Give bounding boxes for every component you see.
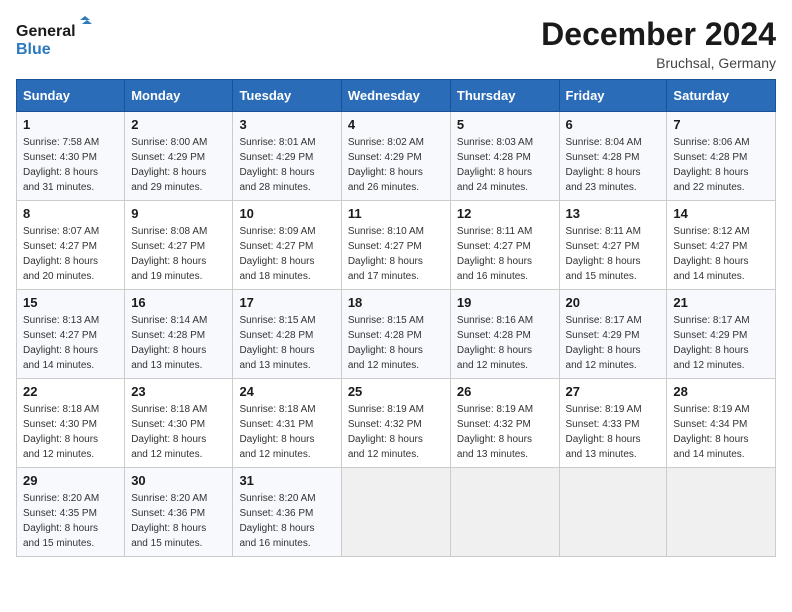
table-row: [559, 468, 667, 557]
table-row: 26Sunrise: 8:19 AMSunset: 4:32 PMDayligh…: [450, 379, 559, 468]
table-row: 24Sunrise: 8:18 AMSunset: 4:31 PMDayligh…: [233, 379, 341, 468]
logo-svg: General Blue: [16, 16, 96, 60]
table-row: 20Sunrise: 8:17 AMSunset: 4:29 PMDayligh…: [559, 290, 667, 379]
title-area: December 2024 Bruchsal, Germany: [541, 16, 776, 71]
col-sunday: Sunday: [17, 80, 125, 112]
table-row: 8Sunrise: 8:07 AMSunset: 4:27 PMDaylight…: [17, 201, 125, 290]
table-row: [450, 468, 559, 557]
calendar-table: Sunday Monday Tuesday Wednesday Thursday…: [16, 79, 776, 557]
table-row: 14Sunrise: 8:12 AMSunset: 4:27 PMDayligh…: [667, 201, 776, 290]
table-row: [341, 468, 450, 557]
table-row: 11Sunrise: 8:10 AMSunset: 4:27 PMDayligh…: [341, 201, 450, 290]
table-row: 31Sunrise: 8:20 AMSunset: 4:36 PMDayligh…: [233, 468, 341, 557]
table-row: 30Sunrise: 8:20 AMSunset: 4:36 PMDayligh…: [125, 468, 233, 557]
table-row: 23Sunrise: 8:18 AMSunset: 4:30 PMDayligh…: [125, 379, 233, 468]
table-row: 29Sunrise: 8:20 AMSunset: 4:35 PMDayligh…: [17, 468, 125, 557]
table-row: 2Sunrise: 8:00 AMSunset: 4:29 PMDaylight…: [125, 112, 233, 201]
table-row: 17Sunrise: 8:15 AMSunset: 4:28 PMDayligh…: [233, 290, 341, 379]
col-tuesday: Tuesday: [233, 80, 341, 112]
svg-text:General: General: [16, 23, 76, 40]
table-row: 27Sunrise: 8:19 AMSunset: 4:33 PMDayligh…: [559, 379, 667, 468]
logo: General Blue: [16, 16, 96, 60]
table-row: [667, 468, 776, 557]
header: General Blue December 2024 Bruchsal, Ger…: [16, 16, 776, 71]
month-title: December 2024: [541, 16, 776, 53]
table-row: 13Sunrise: 8:11 AMSunset: 4:27 PMDayligh…: [559, 201, 667, 290]
table-row: 5Sunrise: 8:03 AMSunset: 4:28 PMDaylight…: [450, 112, 559, 201]
table-row: 4Sunrise: 8:02 AMSunset: 4:29 PMDaylight…: [341, 112, 450, 201]
table-row: 22Sunrise: 8:18 AMSunset: 4:30 PMDayligh…: [17, 379, 125, 468]
table-row: 7Sunrise: 8:06 AMSunset: 4:28 PMDaylight…: [667, 112, 776, 201]
table-row: 10Sunrise: 8:09 AMSunset: 4:27 PMDayligh…: [233, 201, 341, 290]
table-row: 19Sunrise: 8:16 AMSunset: 4:28 PMDayligh…: [450, 290, 559, 379]
table-row: 15Sunrise: 8:13 AMSunset: 4:27 PMDayligh…: [17, 290, 125, 379]
col-friday: Friday: [559, 80, 667, 112]
col-thursday: Thursday: [450, 80, 559, 112]
svg-text:Blue: Blue: [16, 41, 51, 58]
col-monday: Monday: [125, 80, 233, 112]
header-row: Sunday Monday Tuesday Wednesday Thursday…: [17, 80, 776, 112]
col-saturday: Saturday: [667, 80, 776, 112]
table-row: 9Sunrise: 8:08 AMSunset: 4:27 PMDaylight…: [125, 201, 233, 290]
table-row: 16Sunrise: 8:14 AMSunset: 4:28 PMDayligh…: [125, 290, 233, 379]
table-row: 28Sunrise: 8:19 AMSunset: 4:34 PMDayligh…: [667, 379, 776, 468]
table-row: 6Sunrise: 8:04 AMSunset: 4:28 PMDaylight…: [559, 112, 667, 201]
table-row: 3Sunrise: 8:01 AMSunset: 4:29 PMDaylight…: [233, 112, 341, 201]
table-row: 12Sunrise: 8:11 AMSunset: 4:27 PMDayligh…: [450, 201, 559, 290]
table-row: 18Sunrise: 8:15 AMSunset: 4:28 PMDayligh…: [341, 290, 450, 379]
table-row: 1Sunrise: 7:58 AMSunset: 4:30 PMDaylight…: [17, 112, 125, 201]
location-title: Bruchsal, Germany: [541, 55, 776, 71]
table-row: 21Sunrise: 8:17 AMSunset: 4:29 PMDayligh…: [667, 290, 776, 379]
col-wednesday: Wednesday: [341, 80, 450, 112]
table-row: 25Sunrise: 8:19 AMSunset: 4:32 PMDayligh…: [341, 379, 450, 468]
